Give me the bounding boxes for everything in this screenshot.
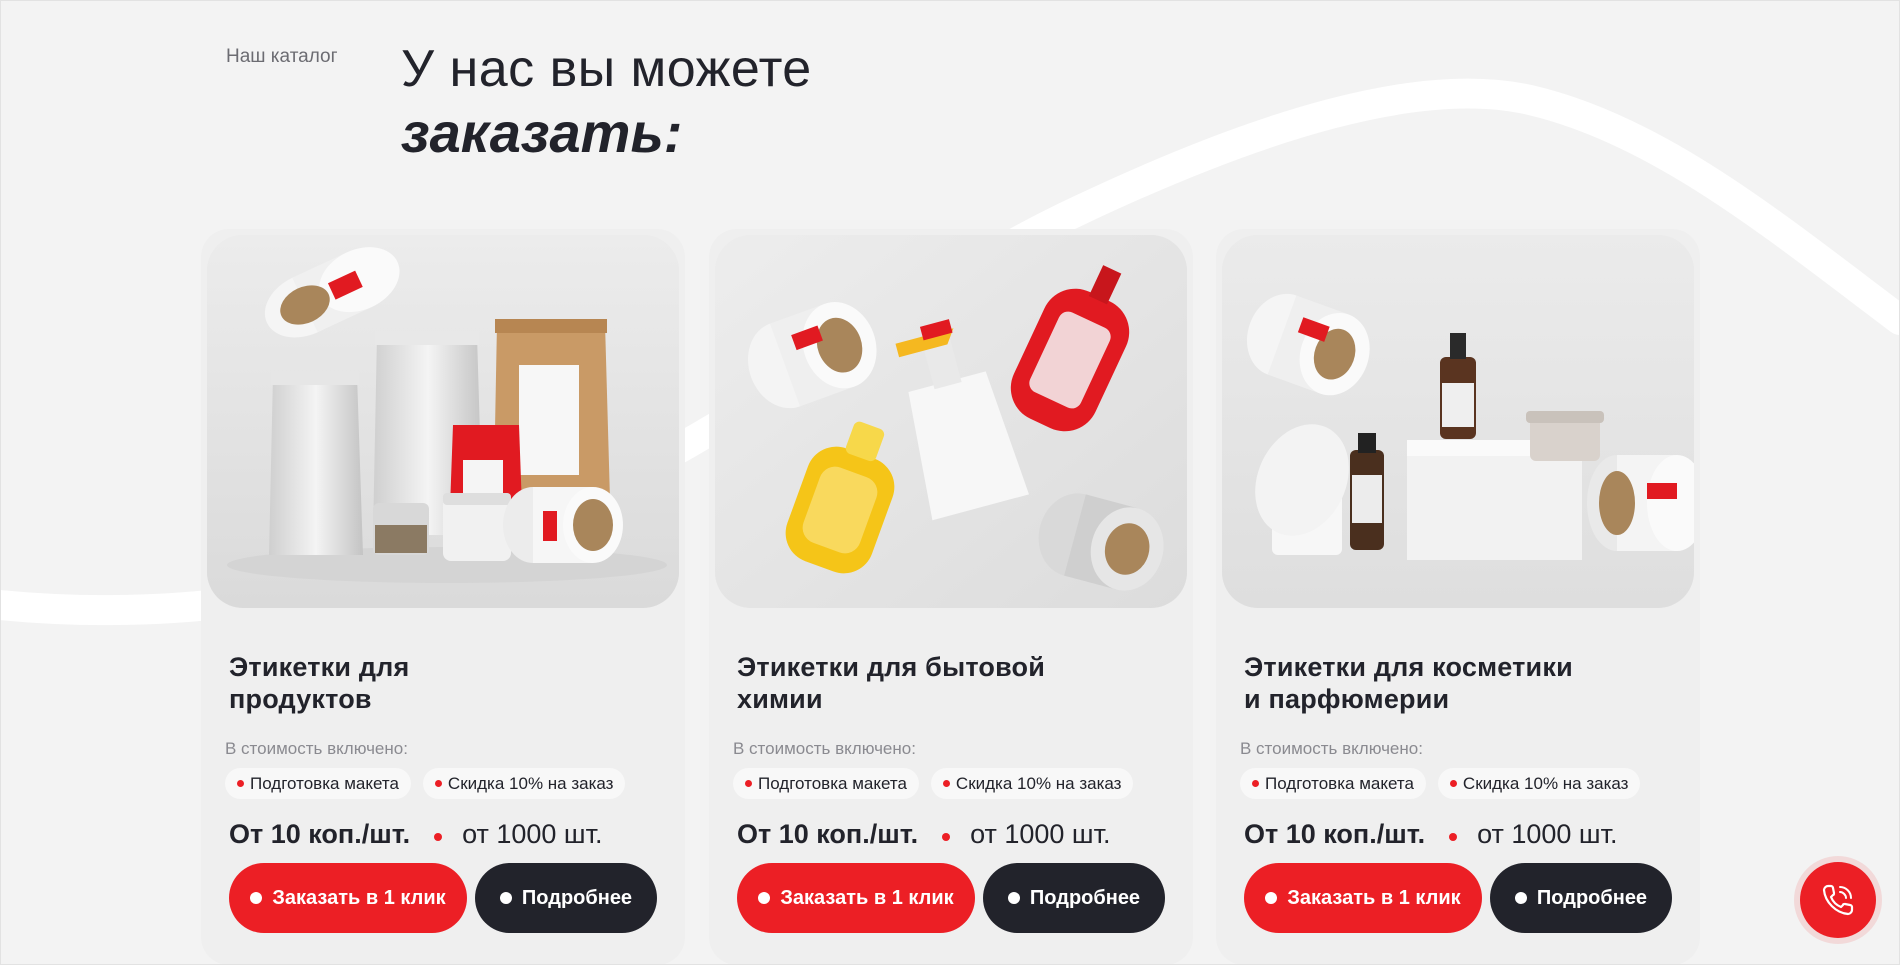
separator-dot-icon (1449, 832, 1458, 841)
card-actions: Заказать в 1 клик Подробнее (737, 863, 1165, 933)
product-card-food: Этикетки для продуктов В стоимость включ… (201, 229, 685, 965)
product-photo-household[interactable] (715, 235, 1187, 608)
included-tags: Подготовка макета Скидка 10% на заказ (225, 768, 626, 799)
separator-dot-icon (942, 832, 951, 841)
phone-call-icon (1822, 884, 1854, 916)
order-one-click-button[interactable]: Заказать в 1 клик (229, 863, 467, 933)
page-title-line2: заказать: (401, 101, 683, 164)
more-details-button[interactable]: Подробнее (475, 863, 657, 933)
red-dot-icon (942, 780, 950, 787)
red-dot-icon (237, 780, 244, 787)
red-dot-icon (1252, 780, 1259, 787)
more-button-label: Подробнее (1536, 886, 1648, 909)
more-button-label: Подробнее (521, 886, 633, 909)
included-label: В стоимость включено: (733, 739, 916, 758)
order-button-label: Заказать в 1 клик (272, 886, 446, 909)
order-button-label: Заказать в 1 клик (780, 886, 954, 909)
card-actions: Заказать в 1 клик Подробнее (229, 863, 657, 933)
included-tags: Подготовка макета Скидка 10% на заказ (733, 768, 1134, 799)
more-details-button[interactable]: Подробнее (1490, 863, 1672, 933)
card-title-line2: и парфюмерии (1244, 684, 1450, 714)
min-quantity: от 1000 шт. (1477, 819, 1618, 849)
product-card-cosmetics: Этикетки для косметики и парфюмерии В ст… (1216, 229, 1700, 965)
tag-text: Скидка 10% на заказ (955, 773, 1122, 793)
dot-icon (1265, 892, 1278, 904)
tag-discount: Скидка 10% на заказ (422, 768, 626, 799)
card-title: Этикетки для продуктов (229, 651, 609, 715)
page-title-line1: У нас вы можете (401, 40, 812, 98)
dot-icon (1514, 892, 1527, 904)
household-chemicals-illustration (715, 235, 1187, 608)
included-label: В стоимость включено: (1240, 739, 1423, 758)
tag-layout: Подготовка макета (225, 768, 411, 799)
dot-icon (1007, 892, 1020, 904)
red-dot-icon (1449, 780, 1457, 787)
product-photo-cosmetics[interactable] (1222, 235, 1694, 608)
dot-icon (250, 892, 263, 904)
min-quantity: от 1000 шт. (970, 819, 1111, 849)
tag-discount: Скидка 10% на заказ (1437, 768, 1641, 799)
tag-discount: Скидка 10% на заказ (930, 768, 1134, 799)
tag-text: Скидка 10% на заказ (1462, 773, 1629, 793)
card-actions: Заказать в 1 клик Подробнее (1244, 863, 1672, 933)
card-title: Этикетки для бытовой химии (737, 651, 1117, 715)
price-row: От 10 коп./шт. от 1000 шт. (1244, 819, 1617, 850)
card-title-line2: химии (737, 684, 823, 714)
included-label: В стоимость включено: (225, 739, 408, 758)
card-title-line1: Этикетки для бытовой (737, 652, 1046, 682)
card-title-line2: продуктов (229, 684, 372, 714)
catalog-section: Наш каталог У нас вы можете заказать: Эт… (0, 0, 1900, 965)
tag-text: Скидка 10% на заказ (447, 773, 614, 793)
product-photo-food[interactable] (207, 235, 679, 608)
price: От 10 коп./шт. (1244, 819, 1426, 849)
cosmetics-illustration (1222, 235, 1694, 608)
price-row: От 10 коп./шт. от 1000 шт. (229, 819, 602, 850)
red-dot-icon (434, 780, 442, 787)
card-title: Этикетки для косметики и парфюмерии (1244, 651, 1624, 715)
tag-text: Подготовка макета (1265, 773, 1414, 793)
tag-text: Подготовка макета (758, 773, 907, 793)
catalog-label: Наш каталог (226, 46, 338, 67)
min-quantity: от 1000 шт. (462, 819, 603, 849)
call-button[interactable] (1800, 862, 1876, 938)
red-dot-icon (745, 780, 752, 787)
card-title-line1: Этикетки для (229, 652, 410, 682)
order-button-label: Заказать в 1 клик (1287, 886, 1461, 909)
more-details-button[interactable]: Подробнее (983, 863, 1165, 933)
tag-text: Подготовка макета (250, 773, 399, 793)
page-title: У нас вы можете заказать: (401, 38, 812, 166)
dot-icon (499, 892, 512, 904)
price: От 10 коп./шт. (229, 819, 411, 849)
dot-icon (758, 892, 771, 904)
tag-layout: Подготовка макета (733, 768, 919, 799)
included-tags: Подготовка макета Скидка 10% на заказ (1240, 768, 1641, 799)
food-packaging-illustration (207, 235, 679, 608)
order-one-click-button[interactable]: Заказать в 1 клик (737, 863, 975, 933)
more-button-label: Подробнее (1029, 886, 1141, 909)
card-title-line1: Этикетки для косметики (1244, 652, 1573, 682)
price-row: От 10 коп./шт. от 1000 шт. (737, 819, 1110, 850)
product-card-household: Этикетки для бытовой химии В стоимость в… (709, 229, 1193, 965)
order-one-click-button[interactable]: Заказать в 1 клик (1244, 863, 1482, 933)
separator-dot-icon (434, 832, 443, 841)
price: От 10 коп./шт. (737, 819, 919, 849)
tag-layout: Подготовка макета (1240, 768, 1426, 799)
